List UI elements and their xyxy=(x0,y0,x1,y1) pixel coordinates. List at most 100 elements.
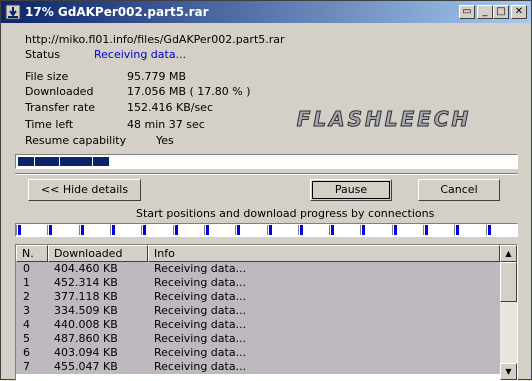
close-icon: ✕ xyxy=(514,6,524,17)
table-row[interactable]: 7 455.047 KB Receiving data... xyxy=(16,360,500,374)
row-downloaded: 487.860 KB xyxy=(54,332,118,345)
row-downloaded: 377.118 KB xyxy=(54,290,118,303)
table-row[interactable]: 5 487.860 KB Receiving data... xyxy=(16,332,500,346)
window-title: 17% GdAKPer002.part5.rar xyxy=(25,5,209,19)
row-info: Receiving data... xyxy=(154,346,247,359)
column-header-downloaded[interactable]: Downloaded xyxy=(48,245,148,262)
status-value: Receiving data... xyxy=(94,48,187,61)
table-row[interactable]: 3 334.509 KB Receiving data... xyxy=(16,304,500,318)
cancel-button[interactable]: Cancel xyxy=(418,179,500,201)
scroll-down-icon: ▼ xyxy=(505,367,512,376)
row-info: Receiving data... xyxy=(154,290,247,303)
file-size-label: File size xyxy=(25,70,69,83)
table-row[interactable]: 1 452.314 KB Receiving data... xyxy=(16,276,500,290)
connection-divider xyxy=(360,225,361,235)
row-number: 3 xyxy=(23,304,30,317)
table-header: N. Downloaded Info xyxy=(16,245,500,262)
restore-tray-button[interactable]: ▭ xyxy=(459,5,475,19)
connection-divider xyxy=(454,225,455,235)
connection-segment xyxy=(456,225,459,235)
table-row[interactable]: 6 403.094 KB Receiving data... xyxy=(16,346,500,360)
scroll-down-button[interactable]: ▼ xyxy=(500,363,517,380)
table-body: 0 404.460 KB Receiving data... 1 452.314 KB R… xyxy=(16,262,500,374)
connection-divider xyxy=(16,225,17,235)
minimize-button[interactable]: _ xyxy=(477,5,493,19)
cancel-label: Cancel xyxy=(440,183,478,196)
connections-progress-bar xyxy=(15,223,518,237)
progress-chunk xyxy=(84,157,93,166)
row-info: Receiving data... xyxy=(154,318,247,331)
hide-details-button[interactable]: << Hide details xyxy=(28,179,141,201)
progress-chunk xyxy=(18,157,26,166)
table-row[interactable]: 2 377.118 KB Receiving data... xyxy=(16,290,500,304)
row-downloaded: 404.460 KB xyxy=(54,262,118,275)
column-header-info-label: Info xyxy=(154,247,175,260)
row-downloaded: 334.509 KB xyxy=(54,304,118,317)
column-header-number-label: N. xyxy=(22,247,34,260)
connection-divider xyxy=(298,225,299,235)
connection-segment xyxy=(206,225,209,235)
downloaded-label: Downloaded xyxy=(25,85,94,98)
file-size-value: 95.779 MB xyxy=(127,70,187,83)
progress-chunk xyxy=(92,157,101,166)
close-button[interactable]: ✕ xyxy=(511,5,527,19)
row-downloaded: 452.314 KB xyxy=(54,276,118,289)
column-header-number[interactable]: N. xyxy=(16,245,48,262)
connection-segment xyxy=(143,225,146,235)
connection-divider xyxy=(110,225,111,235)
minimize-icon: _ xyxy=(482,6,488,17)
connection-divider xyxy=(392,225,393,235)
divider xyxy=(15,173,518,175)
column-header-info[interactable]: Info xyxy=(148,245,500,262)
connection-segment xyxy=(488,225,491,235)
table-row[interactable]: 4 440.008 KB Receiving data... xyxy=(16,318,500,332)
connection-segment xyxy=(175,225,178,235)
connections-table: N. Downloaded Info 0 404.460 KB Receiving … xyxy=(15,244,518,381)
progress-chunk xyxy=(76,157,85,166)
title-bar[interactable]: 17% GdAKPer002.part5.rar ▭ _ □ ✕ xyxy=(1,1,531,23)
connection-segment xyxy=(331,225,334,235)
resume-capability-label: Resume capability xyxy=(25,134,127,147)
download-progress-bar xyxy=(15,154,518,169)
pause-label: Pause xyxy=(334,183,368,196)
connection-divider xyxy=(141,225,142,235)
connection-segment xyxy=(269,225,272,235)
scroll-up-icon: ▲ xyxy=(505,249,512,258)
svg-text:FLASHLEECH: FLASHLEECH xyxy=(297,107,472,131)
row-number: 2 xyxy=(23,290,30,303)
connection-segment xyxy=(49,225,52,235)
vertical-scrollbar[interactable]: ▲ ▼ xyxy=(500,245,517,380)
table-row[interactable]: 0 404.460 KB Receiving data... xyxy=(16,262,500,276)
hide-details-label: << Hide details xyxy=(40,183,129,196)
resume-capability-value: Yes xyxy=(156,134,174,147)
connection-divider xyxy=(204,225,205,235)
connection-divider xyxy=(329,225,330,235)
connection-segment xyxy=(81,225,84,235)
connection-segment xyxy=(425,225,428,235)
status-label: Status xyxy=(25,48,61,61)
download-url: http://miko.fl01.info/files/GdAKPer002.p… xyxy=(25,33,285,46)
tray-icon: ▭ xyxy=(462,6,472,17)
connection-segment xyxy=(362,225,365,235)
progress-chunk xyxy=(34,157,43,166)
scroll-up-button[interactable]: ▲ xyxy=(500,245,517,262)
row-number: 1 xyxy=(23,276,30,289)
connection-divider xyxy=(235,225,236,235)
row-number: 5 xyxy=(23,332,30,345)
column-header-downloaded-label: Downloaded xyxy=(54,247,123,260)
row-number: 7 xyxy=(23,360,30,373)
scrollbar-thumb[interactable] xyxy=(500,262,517,302)
progress-chunk xyxy=(67,157,76,166)
pause-button[interactable]: Pause xyxy=(310,179,392,201)
connection-divider xyxy=(47,225,48,235)
row-downloaded: 455.047 KB xyxy=(54,360,118,373)
progress-chunk xyxy=(51,157,60,166)
row-info: Receiving data... xyxy=(154,276,247,289)
time-left-value: 48 min 37 sec xyxy=(127,118,205,131)
time-left-label: Time left xyxy=(25,118,74,131)
maximize-button[interactable]: □ xyxy=(493,5,509,19)
downloaded-value: 17.056 MB ( 17.80 % ) xyxy=(127,85,251,98)
flashleech-logo: FLASHLEECH xyxy=(296,107,472,132)
row-info: Receiving data... xyxy=(154,304,247,317)
row-downloaded: 403.094 KB xyxy=(54,346,118,359)
